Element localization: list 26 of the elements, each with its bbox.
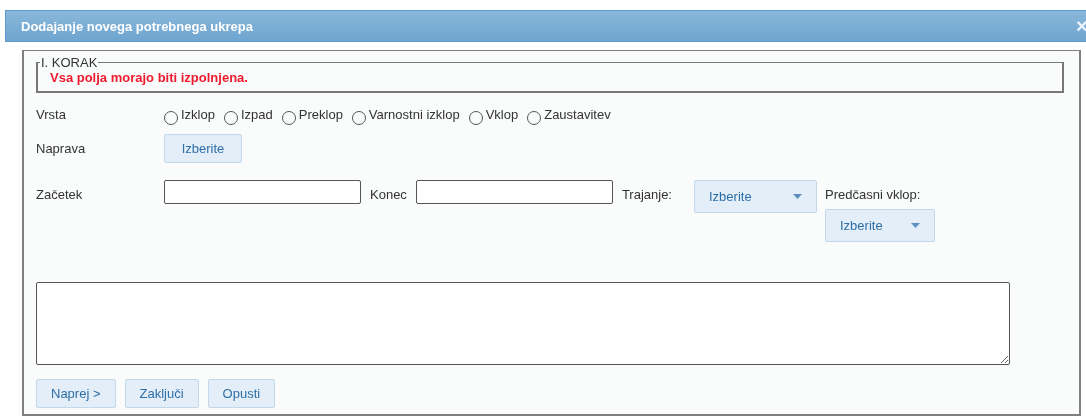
field-label: Naprava bbox=[36, 141, 87, 156]
caret-icon bbox=[911, 223, 920, 228]
radio-label[interactable]: Izklop bbox=[181, 107, 215, 122]
start-field[interactable] bbox=[164, 180, 361, 204]
field-label: Trajanje: bbox=[621, 187, 672, 202]
action-button[interactable]: Opusti bbox=[207, 379, 276, 408]
action-button[interactable]: Naprej > bbox=[36, 379, 116, 408]
field-label: Konec bbox=[370, 187, 407, 202]
radio-label[interactable]: Varnostni izklop bbox=[368, 107, 460, 122]
select-button[interactable]: Izberite bbox=[164, 134, 242, 163]
field-label: Vrsta bbox=[36, 107, 67, 122]
radio-label[interactable]: Vklop bbox=[485, 107, 519, 122]
field-label: Predčasni vklop: bbox=[825, 187, 922, 204]
radio-label[interactable]: Izpad bbox=[240, 107, 273, 122]
action-button[interactable]: Zaključi bbox=[124, 379, 199, 408]
early-switch-dropdown[interactable]: Izberite bbox=[825, 209, 935, 242]
window-title: Dodajanje novega potrebnega ukrepa bbox=[21, 18, 253, 34]
duration-dropdown[interactable]: Izberite bbox=[694, 180, 817, 213]
step-legend: I. KORAK bbox=[40, 55, 99, 70]
note-field[interactable] bbox=[36, 282, 1010, 365]
radio-label[interactable]: Preklop bbox=[298, 107, 343, 122]
end-field[interactable] bbox=[415, 180, 613, 204]
validation-message: Vsa polja morajo biti izpolnjena. bbox=[50, 70, 248, 85]
caret-icon bbox=[793, 194, 802, 199]
field-label: Začetek bbox=[36, 187, 84, 202]
radio-label[interactable]: Zaustavitev bbox=[544, 107, 611, 122]
